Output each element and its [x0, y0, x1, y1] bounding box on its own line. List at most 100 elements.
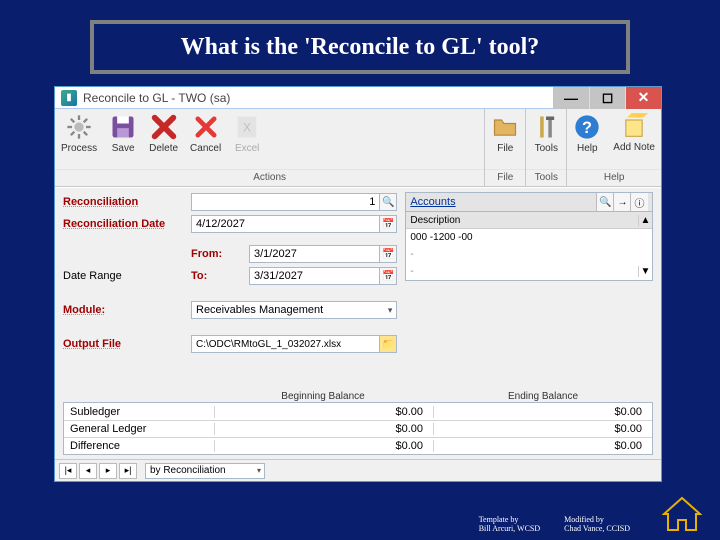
- search-icon: 🔍: [599, 197, 611, 208]
- recon-date-label: Reconciliation Date: [63, 218, 191, 230]
- col-beginning-balance: Beginning Balance: [213, 391, 433, 402]
- reconciliation-label: Reconciliation: [63, 196, 191, 208]
- delete-label: Delete: [149, 143, 178, 154]
- to-label: To:: [191, 270, 249, 282]
- col-ending-balance: Ending Balance: [433, 391, 653, 402]
- to-date-calendar-button[interactable]: 📅: [379, 267, 397, 285]
- maximize-button[interactable]: ◻: [589, 87, 625, 109]
- credit-modified-author: Chad Vance, CCISD: [564, 525, 630, 534]
- delete-button[interactable]: Delete: [143, 109, 184, 169]
- window-titlebar: ▮ Reconcile to GL - TWO (sa) — ◻ ✕: [55, 87, 661, 109]
- accounts-lookup-button[interactable]: 🔍: [596, 193, 614, 211]
- tools-group-label: Tools: [526, 169, 566, 186]
- from-date-field[interactable]: 3/1/2027: [249, 245, 380, 263]
- table-row: Subledger $0.00 $0.00: [64, 403, 652, 420]
- form-body: Reconciliation 1 🔍 Reconciliation Date 4…: [55, 187, 661, 384]
- folder-icon: 📁: [382, 339, 394, 350]
- tools-menu[interactable]: Tools: [526, 109, 566, 169]
- to-date-field[interactable]: 3/31/2027: [249, 267, 380, 285]
- note-icon: [620, 113, 648, 141]
- nav-prev-button[interactable]: ◂: [79, 463, 97, 479]
- cancel-x-icon: [192, 113, 220, 141]
- accounts-col-description: Description: [406, 215, 638, 226]
- from-date-calendar-button[interactable]: 📅: [379, 245, 397, 263]
- grid-scroll-down[interactable]: ▼: [638, 266, 652, 277]
- minimize-button[interactable]: —: [553, 87, 589, 109]
- folder-icon: [491, 113, 519, 141]
- calendar-icon: 📅: [382, 249, 394, 260]
- sort-select[interactable]: by Reconciliation: [145, 463, 265, 479]
- window-footer: |◂ ◂ ▸ ▸| by Reconciliation: [55, 459, 661, 481]
- output-browse-button[interactable]: 📁: [379, 335, 397, 353]
- ribbon-toolbar: Process Save Delete: [55, 109, 661, 187]
- file-menu[interactable]: File: [485, 109, 525, 169]
- table-row: Difference $0.00 $0.00: [64, 437, 652, 454]
- tools-icon: [532, 113, 560, 141]
- table-row: General Ledger $0.00 $0.00: [64, 420, 652, 437]
- accounts-link[interactable]: Accounts: [410, 196, 455, 208]
- delete-x-icon: [150, 113, 178, 141]
- process-label: Process: [61, 143, 97, 154]
- accounts-header: Accounts 🔍 → ⓘ: [405, 192, 653, 212]
- accounts-expand-button[interactable]: →: [613, 193, 631, 211]
- tools-label: Tools: [535, 143, 558, 154]
- process-button[interactable]: Process: [55, 109, 103, 169]
- app-icon: ▮: [61, 90, 77, 106]
- search-icon: 🔍: [382, 197, 394, 208]
- grid-scroll-up[interactable]: ▲: [638, 215, 652, 226]
- help-icon: ?: [573, 113, 601, 141]
- table-row[interactable]: 000 -1200 -00: [406, 229, 652, 246]
- balances-section: Beginning Balance Ending Balance Subledg…: [55, 384, 661, 459]
- recon-date-field[interactable]: 4/12/2027: [191, 215, 380, 233]
- slide-title: What is the 'Reconcile to GL' tool?: [181, 34, 540, 61]
- home-button[interactable]: [662, 496, 702, 532]
- floppy-icon: [109, 113, 137, 141]
- from-label: From:: [191, 248, 249, 260]
- table-row[interactable]: -: [406, 246, 652, 263]
- module-select[interactable]: Receivables Management: [191, 301, 397, 319]
- daterange-label-text: Date Range: [63, 270, 191, 282]
- slide-title-banner: What is the 'Reconcile to GL' tool?: [90, 20, 630, 74]
- close-button[interactable]: ✕: [625, 87, 661, 109]
- file-group-label: File: [485, 169, 525, 186]
- add-note-label: Add Note: [613, 143, 655, 153]
- save-button[interactable]: Save: [103, 109, 143, 169]
- balances-grid: Subledger $0.00 $0.00 General Ledger $0.…: [63, 402, 653, 455]
- svg-text:?: ?: [582, 119, 592, 137]
- gear-icon: [65, 113, 93, 141]
- calendar-icon: 📅: [382, 219, 394, 230]
- excel-label: Excel: [235, 143, 259, 154]
- arrow-right-icon: →: [618, 197, 628, 208]
- output-file-label: Output File: [63, 338, 191, 350]
- excel-button: X Excel: [227, 109, 267, 169]
- excel-icon: X: [233, 113, 261, 141]
- cancel-label: Cancel: [190, 143, 221, 154]
- output-file-field[interactable]: C:\ODC\RMtoGL_1_032027.xlsx: [191, 335, 380, 353]
- app-window: ▮ Reconcile to GL - TWO (sa) — ◻ ✕ Proce…: [54, 86, 662, 482]
- recon-date-calendar-button[interactable]: 📅: [379, 215, 397, 233]
- slide-credits: Template by Bill Arcuri, WCSD Modified b…: [479, 516, 630, 534]
- accounts-info-button[interactable]: ⓘ: [630, 193, 648, 211]
- cancel-button[interactable]: Cancel: [184, 109, 227, 169]
- house-icon: [662, 496, 702, 532]
- reconciliation-lookup-button[interactable]: 🔍: [379, 193, 397, 211]
- table-row[interactable]: -▼: [406, 263, 652, 280]
- svg-text:X: X: [243, 122, 251, 135]
- nav-next-button[interactable]: ▸: [99, 463, 117, 479]
- help-label: Help: [577, 143, 598, 154]
- info-icon: ⓘ: [635, 195, 645, 210]
- help-group-label: Help: [567, 169, 661, 186]
- credit-template-author: Bill Arcuri, WCSD: [479, 525, 540, 534]
- accounts-grid: Description ▲ 000 -1200 -00 - -▼: [405, 212, 653, 281]
- nav-last-button[interactable]: ▸|: [119, 463, 137, 479]
- window-title: Reconcile to GL - TWO (sa): [83, 91, 553, 105]
- save-label: Save: [112, 143, 135, 154]
- calendar-icon: 📅: [382, 271, 394, 282]
- module-label: Module:: [63, 304, 191, 316]
- reconciliation-field[interactable]: 1: [191, 193, 380, 211]
- help-menu[interactable]: ? Help: [567, 109, 607, 169]
- nav-first-button[interactable]: |◂: [59, 463, 77, 479]
- file-label: File: [497, 143, 513, 154]
- actions-group-label: Actions: [55, 169, 484, 186]
- add-note-button[interactable]: Add Note: [607, 109, 661, 169]
